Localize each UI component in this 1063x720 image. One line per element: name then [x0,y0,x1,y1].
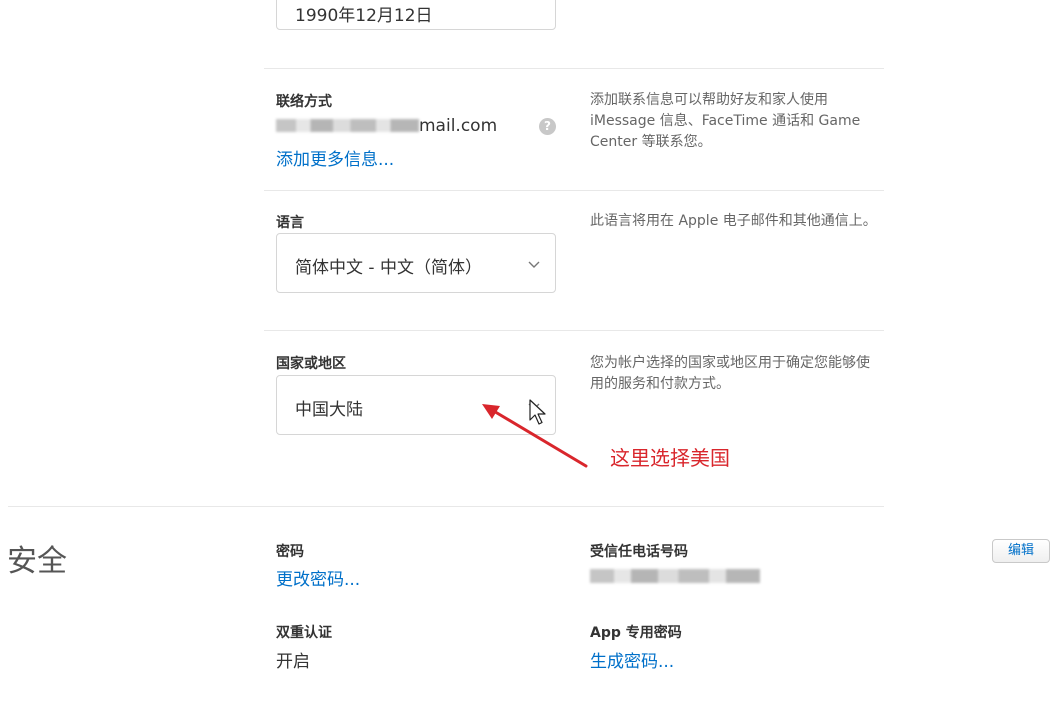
birthday-field[interactable]: 1990年12月12日 [276,0,556,30]
chevron-down-icon [528,261,540,268]
contact-help-text: 添加联系信息可以帮助好友和家人使用 iMessage 信息、FaceTime 通… [590,92,861,150]
section-divider [8,506,884,507]
app-password-label: App 专用密码 [590,625,682,641]
contact-email: mail.com [276,116,497,136]
birthday-value: 1990年12月12日 [295,6,433,26]
edit-button-label: 编辑 [1007,543,1034,558]
security-heading: 安全 [7,544,67,579]
generate-password-link[interactable]: 生成密码... [590,647,674,672]
annotation-text: 这里选择美国 [610,446,730,470]
edit-button[interactable]: 编辑 [992,539,1050,563]
language-help-text: 此语言将用在 Apple 电子邮件和其他通信上。 [590,213,877,229]
trusted-phone-label: 受信任电话号码 [590,544,688,560]
language-label: 语言 [276,215,304,231]
divider [264,330,884,331]
phone-redacted-blur [590,569,760,583]
two-factor-value: 开启 [276,652,310,672]
divider [264,190,884,191]
two-factor-label: 双重认证 [276,625,332,641]
password-label: 密码 [276,544,304,560]
email-redacted-blur [276,119,419,132]
language-selected-value: 简体中文 - 中文（简体） [295,258,482,278]
info-icon[interactable]: ? [539,118,556,135]
annotation-arrow [482,404,588,468]
email-suffix: mail.com [419,116,498,136]
trusted-phone-redacted [590,567,760,586]
country-selected-value: 中国大陆 [295,400,363,420]
country-help-text: 您为帐户选择的国家或地区用于确定您能够使用的服务和付款方式。 [590,355,870,392]
divider [264,68,884,69]
change-password-link[interactable]: 更改密码... [276,565,360,590]
add-more-info-link[interactable]: 添加更多信息... [276,145,394,170]
country-label: 国家或地区 [276,356,346,372]
contact-label: 联络方式 [276,94,332,110]
language-select[interactable]: 简体中文 - 中文（简体） [276,233,556,293]
